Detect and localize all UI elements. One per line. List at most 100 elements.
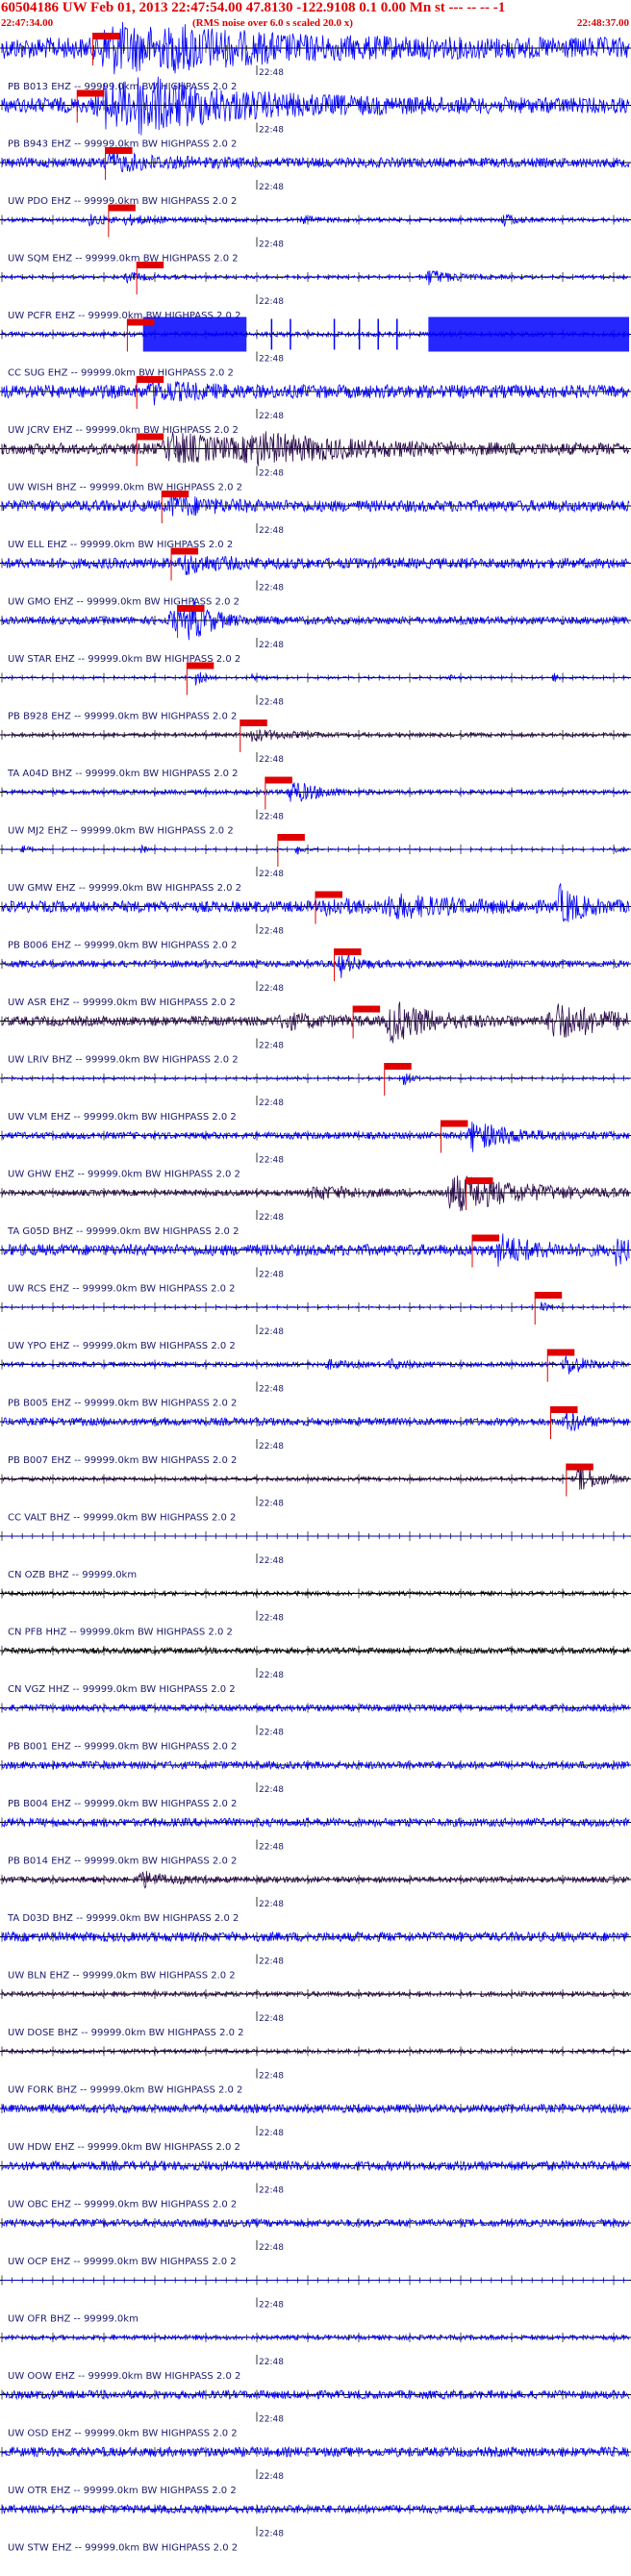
trace-10: 22:48 UW GMO EHZ -- 99999.0km BW HIGHPASS… <box>0 547 631 608</box>
trace-3: 22:48UW PDO EHZ -- 99999.0km BW HIGHPASS… <box>0 147 631 207</box>
trace-37: 22:48 UW HDW EHZ -- 99999.0km BW HIGHPASS… <box>0 2103 631 2153</box>
time-mark-label: 22:48 <box>259 1500 284 1509</box>
trace-30: 22:48 PB B001 EHZ -- 99999.0km BW HIGHPAS… <box>0 1703 631 1753</box>
time-mark-label: 22:48 <box>259 1042 284 1051</box>
pick-marker <box>472 1234 499 1242</box>
station-label: CC VALT BHZ -- 99999.0km BW HIGHPASS 2.0… <box>8 1513 236 1524</box>
time-mark-label: 22:48 <box>259 2186 284 2196</box>
pick-marker <box>441 1120 468 1127</box>
station-label: PB B014 EHZ -- 99999.0km BW HIGHPASS 2.0… <box>8 1856 237 1867</box>
time-mark-label: 22:48 <box>259 927 284 937</box>
pick-marker <box>127 318 155 326</box>
pick-marker <box>77 89 105 97</box>
waveform <box>2 1073 630 1086</box>
trace-42: 22:48 UW OSD EHZ -- 99999.0km BW HIGHPASS… <box>0 2388 631 2439</box>
station-label: UW SQM EHZ -- 99999.0km BW HIGHPASS 2.0 … <box>8 254 239 265</box>
pick-marker <box>92 33 120 39</box>
pick-marker <box>171 547 199 555</box>
time-mark-label: 22:48 <box>259 813 284 822</box>
clipped-signal <box>428 316 629 352</box>
time-mark-label: 22:48 <box>259 1785 284 1795</box>
station-label: UW DOSE BHZ -- 99999.0km BW HIGHPASS 2.0… <box>8 2028 244 2038</box>
trace-28: 22:48 CN PFB HHZ -- 99999.0km BW HIGHPASS… <box>0 1588 631 1638</box>
time-mark-label: 22:48 <box>259 1614 284 1624</box>
station-label: PB B013 EHZ -- 99999.0km BW HIGHPASS 2.0… <box>8 82 237 92</box>
trace-33: 22:48 TA D03D BHZ -- 99999.0km BW HIGHPAS… <box>0 1871 631 1924</box>
waveform <box>1 214 630 227</box>
station-label: UW HDW EHZ -- 99999.0km BW HIGHPASS 2.0 … <box>8 2142 240 2153</box>
station-label: UW STW EHZ -- 99999.0km BW HIGHPASS 2.0 … <box>8 2543 238 2554</box>
waveform <box>1 1175 630 1212</box>
station-label: UW WISH BHZ -- 99999.0km BW HIGHPASS 2.0… <box>8 483 242 493</box>
waveform <box>1 1355 630 1375</box>
trace-1: 22:48 PB B013 EHZ -- 99999.0km BW HIGHPAS… <box>0 21 631 92</box>
trace-34: 22:48 UW BLN EHZ -- 99999.0km BW HIGHPASS… <box>0 1931 631 1982</box>
time-mark-label: 22:48 <box>259 2415 284 2425</box>
pick-marker <box>105 147 133 154</box>
trace-21: 22:48 TA G05D BHZ -- 99999.0km BW HIGHPAS… <box>0 1175 631 1237</box>
station-label: UW GMW EHZ -- 99999.0km BW HIGHPASS 2.0 … <box>8 883 241 894</box>
pick-marker <box>547 1349 575 1356</box>
time-mark-label: 22:48 <box>259 641 284 650</box>
time-mark-label: 22:48 <box>259 240 284 250</box>
time-mark-label: 22:48 <box>259 1442 284 1452</box>
station-label: UW LRIV BHZ -- 99999.0km BW HIGHPASS 2.0… <box>8 1055 239 1066</box>
trace-40: 22:48 UW OFR BHZ -- 99999.0km <box>0 2275 631 2325</box>
pick-marker <box>316 891 342 898</box>
time-mark-label: 22:48 <box>259 1213 284 1223</box>
time-mark-label: 22:48 <box>259 1729 284 1738</box>
time-mark-label: 22:48 <box>259 183 284 192</box>
waveform <box>1 954 630 978</box>
trace-20: 22:48 UW GHW EHZ -- 99999.0km BW HIGHPASS… <box>0 1120 631 1180</box>
waveform <box>1 728 630 743</box>
time-mark-label: 22:48 <box>259 355 284 365</box>
time-mark-label: 22:48 <box>259 2472 284 2482</box>
station-label: PB B005 EHZ -- 99999.0km BW HIGHPASS 2.0… <box>8 1399 237 1409</box>
time-mark-label: 22:48 <box>259 1271 284 1280</box>
time-mark-label: 22:48 <box>259 297 284 307</box>
pick-marker <box>137 376 164 383</box>
time-mark-label: 22:48 <box>259 1556 284 1566</box>
trace-6: 22:48 CC SUG EHZ -- 99999.0km BW HIGHPASS… <box>0 316 631 379</box>
clipped-signal <box>142 316 247 352</box>
station-label: TA A04D BHZ -- 99999.0km BW HIGHPASS 2.0… <box>7 769 239 779</box>
station-label: UW OOW EHZ -- 99999.0km BW HIGHPASS 2.0 … <box>8 2371 240 2382</box>
trace-8: 22:48 UW WISH BHZ -- 99999.0km BW HIGHPAS… <box>0 431 631 493</box>
pick-marker <box>535 1292 563 1299</box>
trace-5: 22:48UW PCFR EHZ -- 99999.0km BW HIGHPAS… <box>0 262 631 321</box>
waveform <box>1 1646 630 1655</box>
trace-38: 22:48 UW OBC EHZ -- 99999.0km BW HIGHPASS… <box>0 2159 631 2210</box>
station-label: PB B006 EHZ -- 99999.0km BW HIGHPASS 2.0… <box>8 941 237 951</box>
waveform <box>1 1406 630 1431</box>
pick-marker <box>137 262 164 268</box>
time-mark-label: 22:48 <box>259 2014 284 2024</box>
trace-39: 22:48 UW OCP EHZ -- 99999.0km BW HIGHPASS… <box>0 2217 631 2267</box>
pick-marker <box>384 1063 412 1070</box>
time-mark-label: 22:48 <box>259 526 284 536</box>
waveform <box>1 671 630 686</box>
pick-marker <box>353 1005 381 1013</box>
pick-marker <box>108 204 136 212</box>
trace-18: 22:48 UW LRIV BHZ -- 99999.0km BW HIGHPAS… <box>0 1001 631 1066</box>
time-mark-label: 22:48 <box>259 2072 284 2082</box>
station-label: PB B007 EHZ -- 99999.0km BW HIGHPASS 2.0… <box>8 1455 237 1466</box>
station-label: CN PFB HHZ -- 99999.0km BW HIGHPASS 2.0 … <box>8 1628 233 1638</box>
station-label: PB B001 EHZ -- 99999.0km BW HIGHPASS 2.0… <box>8 1742 237 1753</box>
time-mark-label: 22:48 <box>259 2243 284 2253</box>
station-label: UW JCRV EHZ -- 99999.0km BW HIGHPASS 2.0… <box>8 425 239 436</box>
pick-marker <box>550 1406 578 1413</box>
trace-26: 22:48 CC VALT BHZ -- 99999.0km BW HIGHPAS… <box>0 1463 631 1524</box>
time-mark-label: 22:48 <box>259 984 284 994</box>
waveform <box>1 1121 630 1152</box>
station-label: CN OZB BHZ -- 99999.0km <box>8 1570 137 1580</box>
trace-9: 22:48 UW ELL EHZ -- 99999.0km BW HIGHPASS… <box>0 491 631 550</box>
time-mark-label: 22:48 <box>259 2301 284 2311</box>
time-mark-label: 22:48 <box>259 1843 284 1853</box>
pick-marker <box>162 491 189 497</box>
pick-marker <box>177 605 205 612</box>
trace-19: 22:48 UW VLM EHZ -- 99999.0km BW HIGHPASS… <box>0 1063 631 1123</box>
trace-13: 22:48 TA A04D BHZ -- 99999.0km BW HIGHPAS… <box>0 720 631 779</box>
time-mark-label: 22:48 <box>259 2530 284 2539</box>
pick-marker <box>187 662 215 669</box>
station-label: UW OTR EHZ -- 99999.0km BW HIGHPASS 2.0 … <box>8 2486 237 2496</box>
